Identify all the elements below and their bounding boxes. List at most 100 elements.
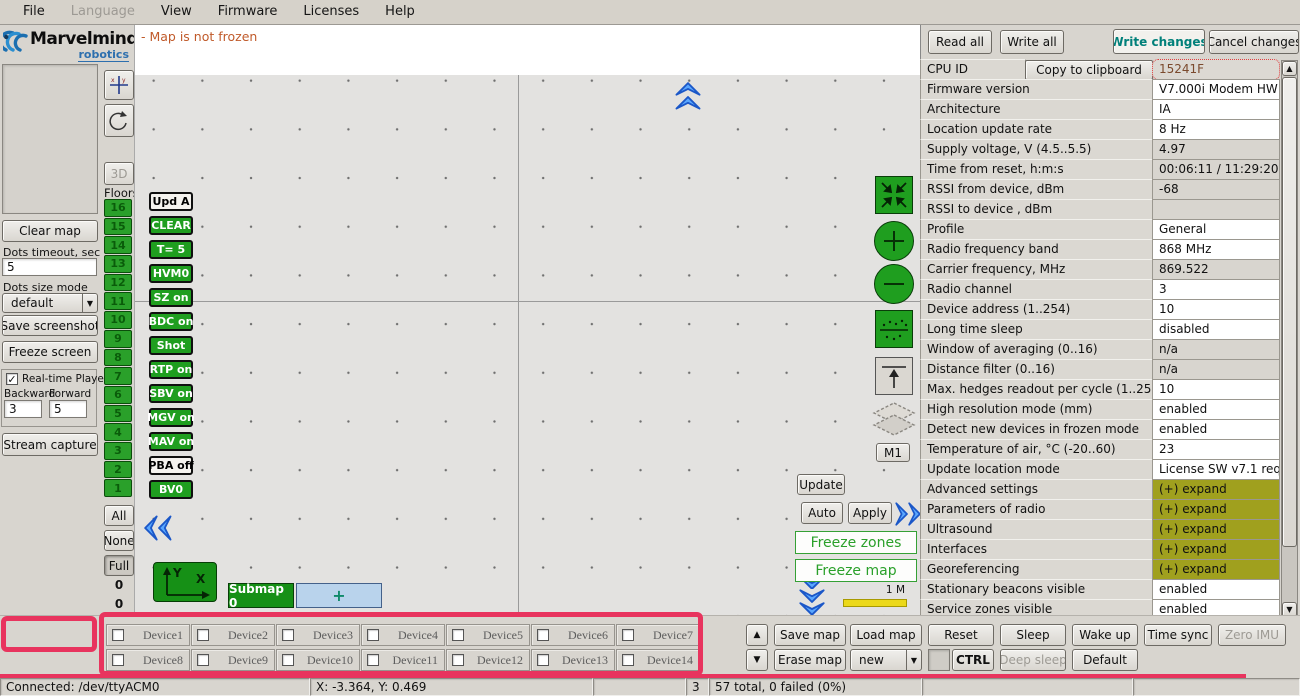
read-all-button[interactable]: Read all: [928, 30, 992, 54]
beacon-list-box[interactable]: [2, 64, 98, 214]
device-checkbox[interactable]: [367, 654, 379, 666]
floor-button-16[interactable]: 16: [104, 199, 132, 217]
freeze-zones-button[interactable]: Freeze zones: [795, 531, 917, 554]
scroll-up-icon[interactable]: ▲: [1282, 61, 1297, 76]
table-scrollbar[interactable]: ▲ ▼: [1281, 60, 1298, 618]
device-toggle-device7[interactable]: Device7: [616, 624, 700, 646]
param-value[interactable]: n/a: [1152, 339, 1280, 360]
device-checkbox[interactable]: [112, 629, 124, 641]
map-cmd-bdc-on[interactable]: BDC on: [149, 312, 193, 331]
clear-map-button[interactable]: Clear map: [2, 220, 98, 242]
param-value[interactable]: enabled: [1152, 579, 1280, 600]
axis-view-button[interactable]: xy: [104, 70, 134, 100]
scrollbar-thumb[interactable]: [1282, 77, 1297, 547]
param-value[interactable]: (+) expand: [1152, 479, 1280, 500]
param-value[interactable]: 868 MHz: [1152, 239, 1280, 260]
map-cmd-sz-on[interactable]: SZ on: [149, 288, 193, 307]
chevron-down-icon[interactable]: ▼: [82, 294, 97, 312]
param-value[interactable]: 869.522: [1152, 259, 1280, 280]
device-toggle-device8[interactable]: Device8: [106, 649, 190, 671]
map-cmd-sbv-on[interactable]: SBV on: [149, 384, 193, 403]
param-value[interactable]: 3: [1152, 279, 1280, 300]
param-value[interactable]: 23: [1152, 439, 1280, 460]
param-value[interactable]: License SW v7.1 required: [1152, 459, 1280, 480]
map-cmd-clear[interactable]: CLEAR: [149, 216, 193, 235]
map-cmd-rtp-on[interactable]: RTP on: [149, 360, 193, 379]
device-toggle-device2[interactable]: Device2: [191, 624, 275, 646]
param-value[interactable]: 10: [1152, 299, 1280, 320]
floor-button-11[interactable]: 11: [104, 292, 132, 310]
param-value[interactable]: enabled: [1152, 399, 1280, 420]
ctrl-checkbox[interactable]: [928, 649, 950, 671]
param-value[interactable]: enabled: [1152, 419, 1280, 440]
device-toggle-device12[interactable]: Device12: [446, 649, 530, 671]
fit-to-view-button[interactable]: [875, 176, 913, 214]
update-button[interactable]: Update: [797, 474, 845, 495]
load-map-button[interactable]: Load map: [850, 624, 922, 646]
param-value[interactable]: (+) expand: [1152, 499, 1280, 520]
device-toggle-device3[interactable]: Device3: [276, 624, 360, 646]
menu-view[interactable]: View: [148, 2, 205, 22]
pan-right-icon[interactable]: [893, 500, 921, 528]
cpu-id-value[interactable]: 15241F: [1152, 59, 1280, 80]
map-cmd-mgv-on[interactable]: MGV on: [149, 408, 193, 427]
ctrl-button[interactable]: CTRL: [952, 649, 994, 671]
save-screenshot-button[interactable]: Save screenshot: [2, 315, 98, 336]
device-toggle-device13[interactable]: Device13: [531, 649, 615, 671]
floor-button-12[interactable]: 12: [104, 274, 132, 292]
floor-button-4[interactable]: 4: [104, 423, 132, 441]
device-checkbox[interactable]: [367, 629, 379, 641]
device-checkbox[interactable]: [112, 654, 124, 666]
apply-button[interactable]: Apply: [848, 502, 892, 524]
sleep-button[interactable]: Sleep: [1000, 624, 1066, 646]
freeze-map-button[interactable]: Freeze map: [795, 559, 917, 582]
forward-input[interactable]: 5: [49, 400, 87, 418]
menu-language[interactable]: Language: [58, 2, 148, 22]
device-checkbox[interactable]: [197, 629, 209, 641]
device-checkbox[interactable]: [282, 629, 294, 641]
device-checkbox[interactable]: [537, 654, 549, 666]
floor-button-15[interactable]: 15: [104, 218, 132, 236]
device-checkbox[interactable]: [452, 654, 464, 666]
time-sync-button[interactable]: Time sync: [1144, 624, 1212, 646]
stream-capture-button[interactable]: Stream capture: [2, 433, 98, 456]
zero-imu-button[interactable]: Zero IMU: [1218, 624, 1286, 646]
floor-button-7[interactable]: 7: [104, 367, 132, 385]
menu-firmware[interactable]: Firmware: [205, 2, 291, 22]
floor-button-2[interactable]: 2: [104, 461, 132, 479]
floors-full-button[interactable]: Full: [104, 555, 134, 576]
default-button[interactable]: Default: [1072, 649, 1138, 671]
device-toggle-device11[interactable]: Device11: [361, 649, 445, 671]
layers-button[interactable]: [872, 400, 916, 440]
device-checkbox[interactable]: [622, 629, 634, 641]
map-cmd-pba-off[interactable]: PBA off: [149, 456, 193, 475]
floor-button-13[interactable]: 13: [104, 255, 132, 273]
submap-tab[interactable]: Submap 0: [228, 583, 294, 608]
device-checkbox[interactable]: [197, 654, 209, 666]
floor-button-3[interactable]: 3: [104, 442, 132, 460]
floor-button-1[interactable]: 1: [104, 479, 132, 497]
param-value[interactable]: 00:06:11 / 11:29:20 / 0: [1152, 159, 1280, 180]
zoom-out-button[interactable]: [874, 264, 914, 304]
param-value[interactable]: 4.97: [1152, 139, 1280, 160]
floor-button-5[interactable]: 5: [104, 405, 132, 423]
param-value[interactable]: General: [1152, 219, 1280, 240]
param-value[interactable]: [1152, 199, 1280, 220]
map-cmd-hvm0[interactable]: HVM0: [149, 264, 193, 283]
device-checkbox[interactable]: [452, 629, 464, 641]
device-toggle-device5[interactable]: Device5: [446, 624, 530, 646]
device-checkbox[interactable]: [622, 654, 634, 666]
device-checkbox[interactable]: [282, 654, 294, 666]
device-toggle-device4[interactable]: Device4: [361, 624, 445, 646]
param-value[interactable]: 10: [1152, 379, 1280, 400]
device-page-down-icon[interactable]: ▼: [746, 649, 768, 671]
backward-input[interactable]: 3: [4, 400, 42, 418]
write-changes-button[interactable]: Write changes: [1113, 29, 1205, 54]
device-toggle-device14[interactable]: Device14: [616, 649, 700, 671]
device-toggle-device10[interactable]: Device10: [276, 649, 360, 671]
param-value[interactable]: (+) expand: [1152, 559, 1280, 580]
param-value[interactable]: V7.000i Modem HW v5: [1152, 79, 1280, 100]
map-cmd-mav-on[interactable]: MAV on: [149, 432, 193, 451]
menu-help[interactable]: Help: [372, 2, 428, 22]
three-d-button[interactable]: 3D: [104, 162, 134, 185]
